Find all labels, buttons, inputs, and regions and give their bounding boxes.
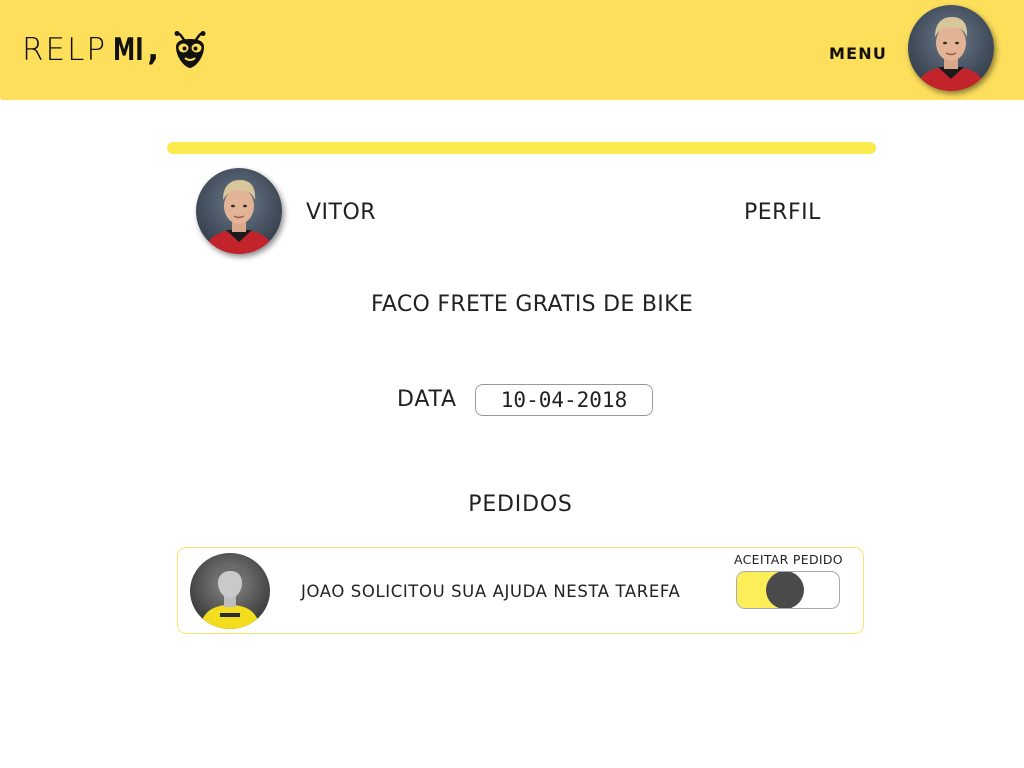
user-avatar[interactable] (196, 168, 282, 254)
logo-comma: , (147, 32, 160, 68)
header-avatar[interactable] (908, 5, 994, 91)
date-field[interactable] (475, 384, 653, 416)
order-card: JOAO SOLICITOU SUA AJUDA NESTA TAREFA AC… (177, 547, 864, 634)
app-logo[interactable]: RELP MI , (22, 30, 207, 70)
page: RELP MI , MENU VITOR PERFIL FACO FRETE G… (0, 0, 1024, 768)
logo-text: RELP (22, 32, 108, 68)
user-name: VITOR (306, 200, 377, 225)
date-label: DATA (397, 387, 457, 412)
accept-order-toggle[interactable] (736, 571, 840, 609)
order-message: JOAO SOLICITOU SUA AJUDA NESTA TAREFA (301, 582, 681, 601)
progress-fill (167, 142, 876, 154)
profile-link[interactable]: PERFIL (744, 200, 821, 225)
logo-text-bold: MI (113, 32, 144, 68)
toggle-knob[interactable] (766, 572, 804, 608)
requester-avatar[interactable] (190, 553, 270, 629)
top-bar: RELP MI , MENU (0, 0, 1024, 100)
bee-icon (173, 31, 207, 69)
progress-bar (167, 142, 876, 154)
accept-order-label: ACEITAR PEDIDO (734, 552, 843, 567)
orders-heading: PEDIDOS (468, 492, 573, 517)
menu-button[interactable]: MENU (829, 44, 887, 63)
task-title: FACO FRETE GRATIS DE BIKE (370, 292, 694, 317)
